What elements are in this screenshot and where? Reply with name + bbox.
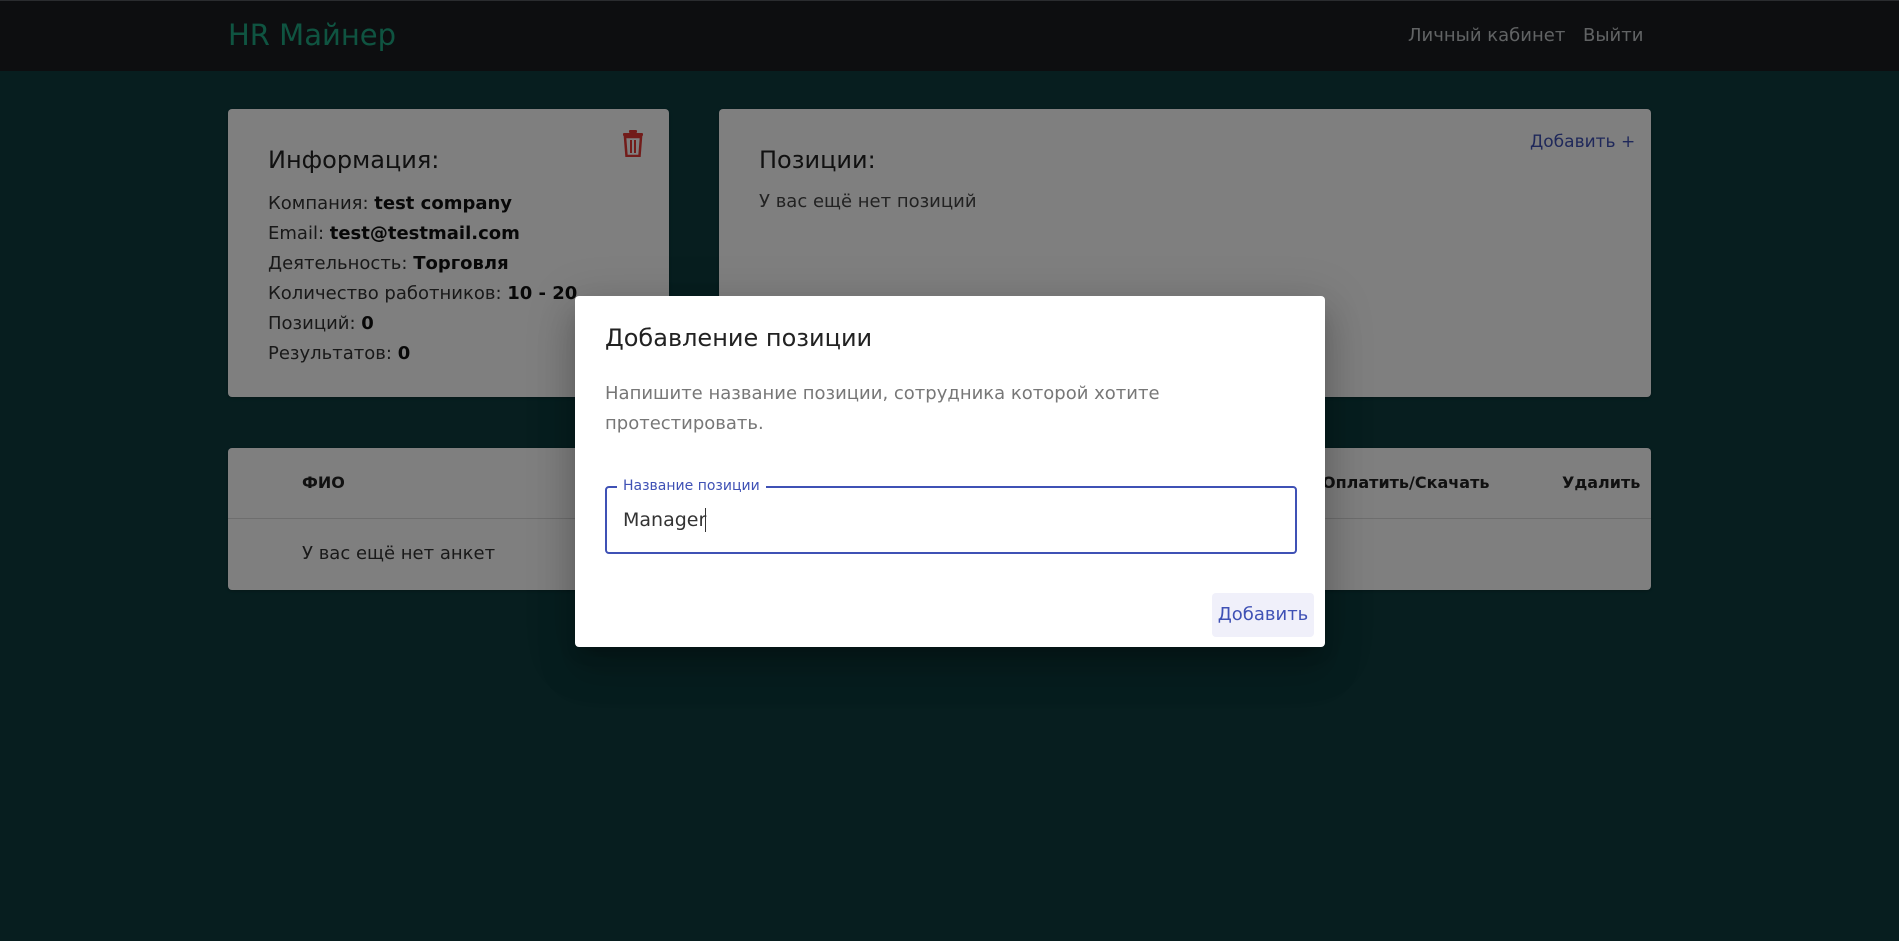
add-position-dialog: Добавление позиции Напишите название поз… [575, 296, 1325, 647]
dialog-title: Добавление позиции [605, 324, 873, 352]
dialog-description: Напишите название позиции, сотрудника ко… [605, 383, 1160, 434]
dialog-add-button[interactable]: Добавить [1212, 593, 1314, 637]
text-caret [705, 508, 706, 532]
position-name-label: Название позиции [617, 478, 766, 494]
position-name-field[interactable]: Название позиции [605, 478, 1297, 554]
position-name-input[interactable] [623, 506, 1273, 534]
